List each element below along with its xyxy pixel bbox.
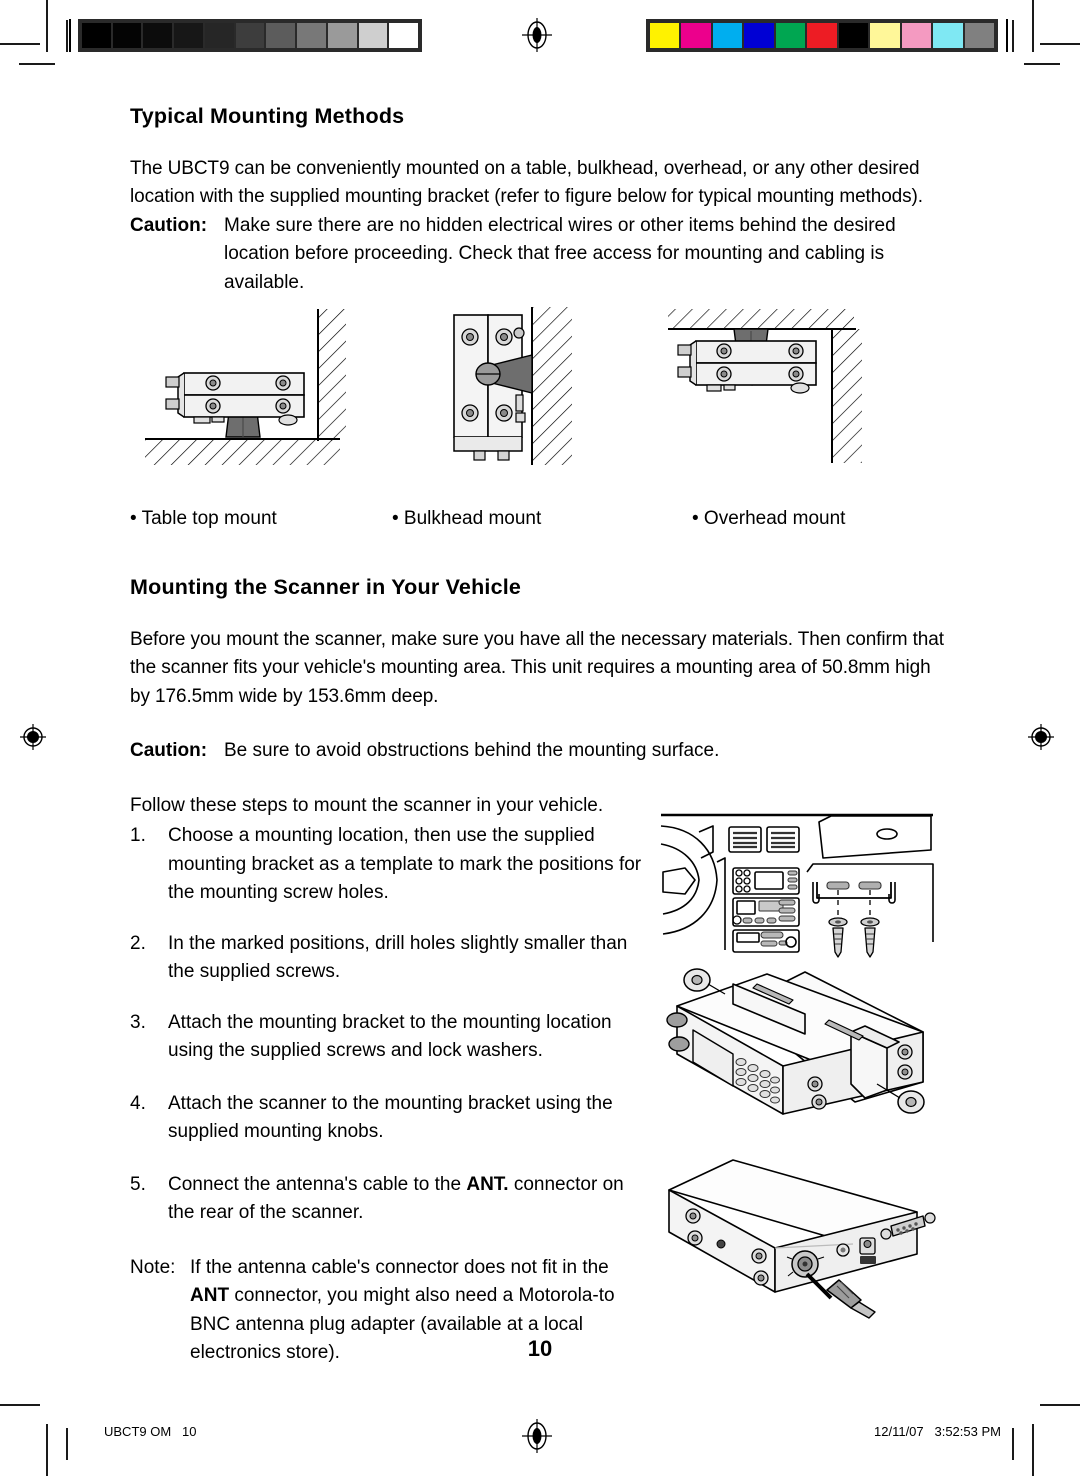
color-swatch-5: [807, 23, 837, 48]
crop-mark-bottom-right-horizontal: [1040, 1404, 1080, 1406]
caution-text: Make sure there are no hidden electrical…: [224, 214, 896, 293]
caution-block-2: Caution: Be sure to avoid obstructions b…: [130, 737, 950, 766]
grayscale-swatch-1: [112, 23, 142, 48]
step-item: 2. In the marked positions, drill holes …: [130, 930, 650, 987]
step-text: Choose a mounting location, then use the…: [168, 825, 642, 904]
figure-caption-row: • Table top mount • Bulkhead mount • Ove…: [130, 508, 950, 542]
step5-text-before: Connect the antenna's cable to the: [168, 1173, 467, 1195]
caution-label: Caution:: [130, 214, 208, 236]
step-number: 3.: [130, 1011, 146, 1033]
note-text-before: If the antenna cable's connector does no…: [190, 1256, 609, 1278]
crop-mark-bottom-left-horizontal: [0, 1404, 40, 1406]
caution-text-2: Be sure to avoid obstructions behind the…: [224, 740, 720, 762]
mounting-steps-list: Follow these steps to mount the scanner …: [130, 792, 650, 1368]
mounting-methods-figure-row: [130, 307, 950, 484]
grayscale-swatch-6: [266, 23, 296, 48]
color-swatch-1: [681, 23, 711, 48]
color-bar-right-tick: [1006, 19, 1008, 52]
crop-mark-bottom-left-vertical: [46, 1424, 48, 1476]
crop-mark-top-right-horizontal: [1040, 43, 1080, 45]
registration-mark-right-middle: [1026, 722, 1056, 752]
caption-overhead-mount: • Overhead mount: [692, 508, 846, 530]
ant-connector-label: ANT.: [466, 1173, 509, 1195]
illustration-scanner-rear-antenna: [655, 1152, 940, 1327]
footer-document-id: UBCT9 OM 10: [104, 1424, 197, 1439]
grayscale-swatch-9: [358, 23, 388, 48]
intro-paragraph-vehicle: Before you mount the scanner, make sure …: [130, 628, 944, 707]
color-swatch-2: [712, 23, 743, 48]
caption-table-top-mount: • Table top mount: [130, 508, 277, 530]
caution-block-1: Caution: Make sure there are no hidden e…: [130, 212, 950, 298]
step-item: 1. Choose a mounting location, then use …: [130, 822, 650, 908]
registration-mark-top-center: [522, 18, 552, 52]
color-swatch-3: [744, 23, 774, 48]
caption-bulkhead-mount: • Bulkhead mount: [392, 508, 542, 530]
illustration-scanner-with-bracket: [655, 962, 940, 1137]
color-calibration-bar: [646, 19, 998, 52]
ant-label: ANT: [190, 1285, 230, 1307]
color-swatch-6: [838, 23, 869, 48]
crop-mark-top-right-inner: [1024, 63, 1060, 65]
color-swatch-10: [964, 23, 994, 48]
grayscale-swatch-2: [143, 23, 173, 48]
crop-mark-bottom-left-bar: [66, 1428, 68, 1460]
step-item: 4. Attach the scanner to the mounting br…: [130, 1090, 650, 1147]
crop-mark-bottom-right-vertical: [1032, 1424, 1034, 1476]
grayscale-swatch-3: [174, 23, 203, 48]
grayscale-calibration-bar: [78, 19, 422, 52]
step-number: 1.: [130, 825, 146, 847]
steps-intro: Follow these steps to mount the scanner …: [130, 794, 604, 816]
step-text: Attach the scanner to the mounting brack…: [168, 1092, 613, 1143]
color-swatch-4: [775, 23, 806, 48]
color-swatch-7: [870, 23, 900, 48]
grayscale-swatch-7: [297, 23, 326, 48]
step-item-5: 5. Connect the antenna's cable to the AN…: [130, 1171, 650, 1228]
scanned-manual-page: Typical Mounting Methods The UBCT9 can b…: [0, 0, 1080, 1476]
figure-bulkhead-mount: [448, 307, 663, 474]
step-text: In the marked positions, drill holes sli…: [168, 932, 628, 983]
step-item: 3. Attach the mounting bracket to the mo…: [130, 1009, 650, 1066]
crop-mark-top-right-vertical: [1032, 0, 1034, 52]
step-number: 5.: [130, 1173, 146, 1195]
grayscale-bar-left-tick: [69, 19, 71, 52]
crop-mark-top-left-vertical: [46, 0, 48, 52]
crop-mark-bottom-right-bar: [1012, 1428, 1014, 1460]
figure-table-top-mount: [140, 309, 370, 474]
section-heading-mounting-scanner-vehicle: Mounting the Scanner in Your Vehicle: [130, 575, 522, 600]
registration-mark-left-middle: [18, 722, 48, 752]
figure-overhead-mount: [660, 307, 890, 474]
step-text: Attach the mounting bracket to the mount…: [168, 1011, 612, 1062]
caution-label-2: Caution:: [130, 740, 208, 762]
page-number: 10: [527, 1336, 553, 1361]
footer-timestamp: 12/11/07 3:52:53 PM: [874, 1424, 1001, 1439]
illustration-vehicle-dashboard: [655, 802, 940, 967]
step-number: 4.: [130, 1092, 146, 1114]
step-text: Connect the antenna's cable to the ANT. …: [168, 1171, 650, 1228]
grayscale-swatch-0: [82, 23, 111, 48]
color-swatch-0: [650, 23, 680, 48]
crop-mark-top-right-bar: [1012, 20, 1014, 52]
registration-mark-bottom-center: [522, 1419, 552, 1453]
step-number: 2.: [130, 932, 146, 954]
crop-mark-top-left-horizontal: [0, 43, 40, 45]
color-swatch-9: [933, 23, 963, 48]
color-swatch-8: [901, 23, 932, 48]
grayscale-swatch-5: [235, 23, 265, 48]
crop-mark-top-left-bar: [66, 20, 68, 52]
grayscale-swatch-10: [389, 23, 419, 48]
section-heading-typical-mounting-methods: Typical Mounting Methods: [130, 104, 405, 128]
grayscale-swatch-8: [327, 23, 357, 48]
crop-mark-top-left-inner: [19, 63, 55, 65]
grayscale-swatch-4: [204, 23, 234, 48]
intro-paragraph-mounting: The UBCT9 can be conveniently mounted on…: [130, 157, 923, 208]
